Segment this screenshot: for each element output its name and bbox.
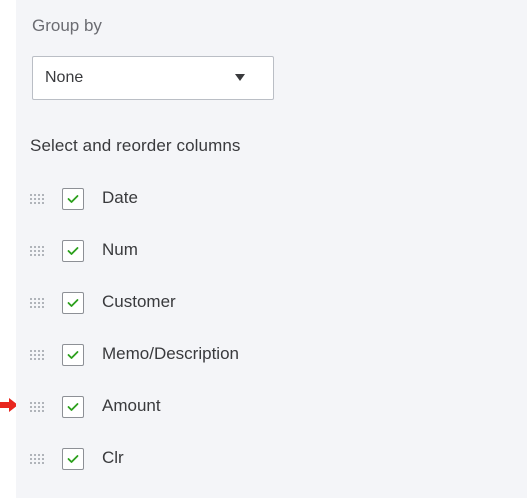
column-label: Num [102,240,138,259]
checkmark-icon [67,299,79,307]
drag-handle-icon[interactable] [30,350,46,362]
group-by-label: Group by [32,16,102,35]
checkmark-icon [67,403,79,411]
column-label: Date [102,188,138,207]
column-checkbox-customer[interactable] [62,292,84,314]
customize-panel: Group by None Select and reorder columns… [16,0,527,498]
column-row-clr[interactable]: Clr [30,446,430,474]
checkmark-icon [67,351,79,359]
checkmark-icon [67,455,79,463]
column-row-date[interactable]: Date [30,186,430,214]
column-label: Clr [102,448,124,467]
drag-handle-icon[interactable] [30,298,46,310]
drag-handle-icon[interactable] [30,454,46,466]
column-row-customer[interactable]: Customer [30,290,430,318]
drag-handle-icon[interactable] [30,246,46,258]
column-checkbox-clr[interactable] [62,448,84,470]
column-row-amount[interactable]: Amount [30,394,430,422]
drag-handle-icon[interactable] [30,194,46,206]
chevron-down-icon [235,74,245,81]
column-checkbox-num[interactable] [62,240,84,262]
columns-section-heading: Select and reorder columns [30,136,241,155]
group-by-select[interactable]: None [32,56,274,100]
column-row-num[interactable]: Num [30,238,430,266]
column-label: Customer [102,292,176,311]
checkmark-icon [67,195,79,203]
column-checkbox-date[interactable] [62,188,84,210]
column-checkbox-amount[interactable] [62,396,84,418]
group-by-selected-value: None [45,69,84,86]
column-row-memo-description[interactable]: Memo/Description [30,342,430,370]
drag-handle-icon[interactable] [30,402,46,414]
column-label: Amount [102,396,161,415]
column-label: Memo/Description [102,344,239,363]
column-checkbox-memo-description[interactable] [62,344,84,366]
checkmark-icon [67,247,79,255]
